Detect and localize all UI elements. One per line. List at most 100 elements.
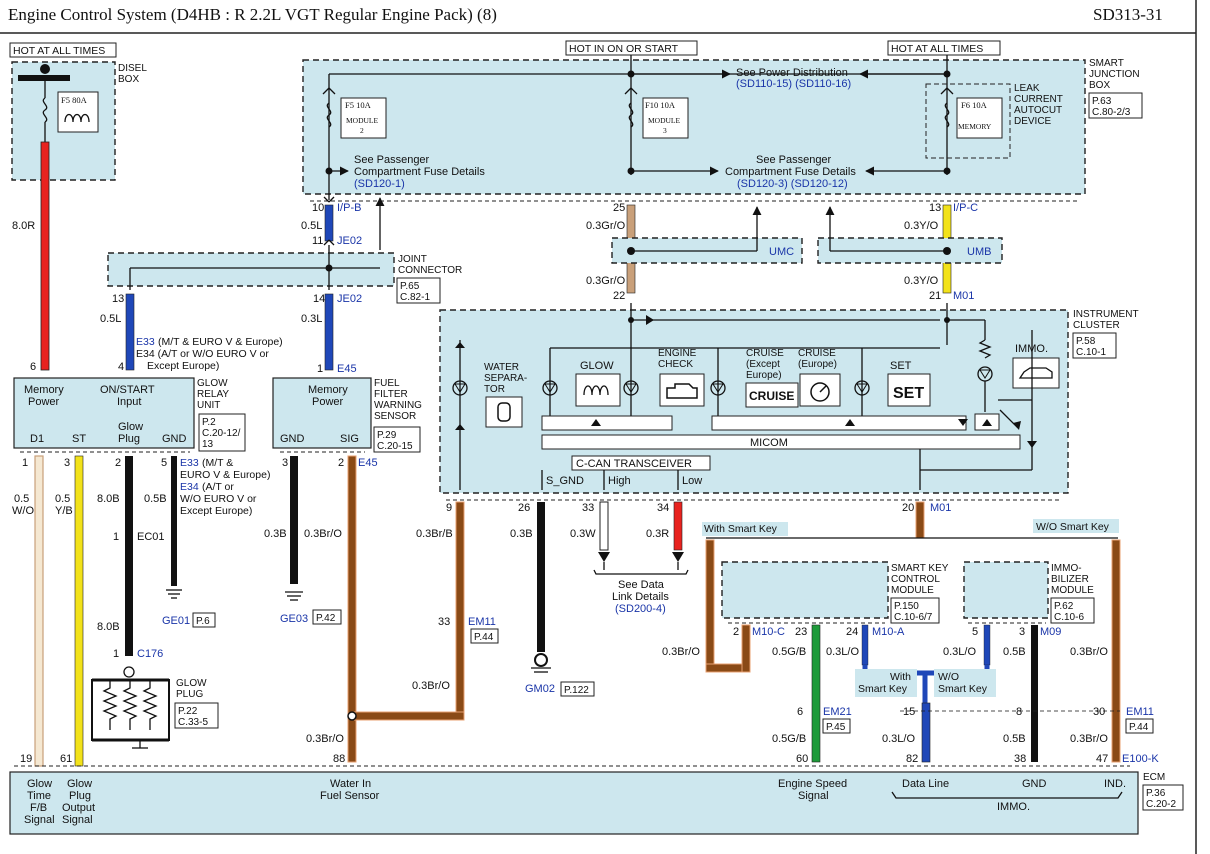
ref-em11-right: P.44: [1129, 722, 1149, 733]
ecm-water-1: Water In: [330, 778, 371, 790]
im-ref-1: P.62: [1054, 601, 1074, 612]
tag-with2-1: With: [890, 671, 911, 683]
ic-cruise2-1: CRUISE: [798, 348, 836, 359]
pin-30: 30: [1093, 706, 1105, 718]
jc-ref-2: C.82-1: [400, 292, 430, 303]
pin-25: 25: [613, 202, 625, 214]
conn-m10c: M10-C: [752, 626, 785, 638]
see-pass-mid-1: See Passenger: [756, 154, 832, 166]
sk-name-3: MODULE: [891, 585, 934, 596]
page-code: SD313-31: [1093, 5, 1163, 24]
ic-ref-1: P.58: [1076, 336, 1096, 347]
leak-4: DEVICE: [1014, 116, 1052, 127]
ecm-box: [9, 771, 1139, 835]
wire-03yo-2: 0.3Y/O: [904, 275, 939, 287]
pin-13b: 13: [929, 202, 941, 214]
pin-21: 21: [929, 290, 941, 302]
im-ref-2: C.10-6: [1054, 612, 1084, 623]
wire-03r: 0.3R: [646, 528, 669, 540]
wire-05wo-1: 0.5: [14, 493, 29, 505]
ecm-speed-2: Signal: [798, 790, 829, 802]
gr-mem-1: Memory: [24, 384, 64, 396]
leak-2: CURRENT: [1014, 94, 1063, 105]
wire-05yb-1: 0.5: [55, 493, 70, 505]
leak-3: AUTOCUT: [1014, 105, 1062, 116]
fuse-f10-sub2: 3: [663, 126, 667, 135]
tag-wo-smart-key: W/O Smart Key: [1036, 521, 1110, 533]
wire-05yb-2: Y/B: [55, 505, 73, 517]
im-name-2: BILIZER: [1051, 574, 1089, 585]
ecm-gp-1: Glow: [67, 778, 92, 790]
conn-em21: EM21: [823, 706, 852, 718]
ecm-gt-1: Glow: [27, 778, 52, 790]
wire-label-05l: 0.5L: [301, 220, 322, 232]
ff-ref-1: P.29: [377, 430, 397, 441]
ic-ccan: C-CAN TRANSCEIVER: [576, 458, 692, 470]
wire-03bro: 0.3Br/O: [304, 528, 342, 540]
wire-05gb: 0.5G/B: [772, 646, 806, 658]
wire-black-glow: [125, 456, 133, 656]
jc-name-2: CONNECTOR: [398, 265, 462, 276]
gr-glowplug-1: Glow: [118, 421, 143, 433]
wire-03bro-2: 0.3Br/O: [412, 680, 450, 692]
e33-bot-a: E33: [180, 457, 199, 469]
pin-33: 33: [582, 502, 594, 514]
ic-name-2: CLUSTER: [1073, 320, 1120, 331]
conn-ec01: EC01: [137, 531, 165, 543]
wire-white: [599, 501, 609, 551]
see-data-2: Link Details: [612, 591, 669, 603]
wire-8b-2: 8.0B: [97, 621, 120, 633]
sjb-ref-2: C.80-2/3: [1092, 107, 1131, 118]
wire-8b: 8.0B: [97, 493, 120, 505]
wire-03bro-3: 0.3Br/O: [306, 733, 344, 745]
conn-umc: UMC: [769, 246, 794, 258]
fuse-f6: F6 10A: [961, 100, 988, 110]
tag-with-smart-key: With Smart Key: [704, 523, 778, 535]
ff-mem-2: Power: [312, 396, 344, 408]
fuse-f5-sub1: MODULE: [346, 116, 378, 125]
wire-03b-2: 0.3B: [510, 528, 533, 540]
ref-em11-left: P.44: [474, 632, 494, 643]
pin-24: 24: [846, 626, 858, 638]
ref-glow-plug-1: P.22: [178, 706, 198, 717]
wire-label-03l: 0.3L: [301, 313, 322, 325]
pin-1c: 1: [113, 531, 119, 543]
hot-label-right-text: HOT AT ALL TIMES: [891, 43, 983, 55]
conn-je02-bot: JE02: [337, 293, 362, 305]
tag-with2-2: Smart Key: [858, 683, 908, 695]
pin-38: 38: [1014, 753, 1026, 765]
hot-label-left-text: HOT AT ALL TIMES: [13, 45, 105, 57]
wire-blue-data: [921, 702, 931, 763]
hot-label-middle-text: HOT IN ON OR START: [569, 43, 679, 55]
gr-ref-1: P.2: [202, 417, 216, 428]
pin-2a: 2: [115, 457, 121, 469]
sk-ref-1: P.150: [894, 601, 919, 612]
pin-10: 10: [312, 202, 324, 214]
pin-5a: 5: [161, 457, 167, 469]
ic-engine-1: ENGINE: [658, 348, 697, 359]
fuse-f5-sub2: 2: [360, 126, 364, 135]
ff-mem-1: Memory: [308, 384, 348, 396]
ecm-speed-1: Engine Speed: [778, 778, 847, 790]
ic-water-1: WATER: [484, 362, 519, 373]
conn-m09: M09: [1040, 626, 1061, 638]
wire-05gb-2: 0.5G/B: [772, 733, 806, 745]
ref-glow-plug-2: C.33-5: [178, 717, 208, 728]
pin-2b: 2: [338, 457, 344, 469]
conn-e100k: E100-K: [1122, 753, 1159, 765]
see-power-refs: (SD110-15) (SD110-16): [736, 78, 851, 90]
wire-05b-2: 0.5B: [1003, 646, 1026, 658]
cruise-icon-text: CRUISE: [749, 389, 794, 403]
sjb-ref-1: P.63: [1092, 96, 1112, 107]
pin-1b: 1: [22, 457, 28, 469]
ic-cruise2-2: (Europe): [798, 359, 837, 370]
pin-1a: 1: [317, 363, 323, 375]
glow-plug-name-2: PLUG: [176, 689, 203, 700]
conn-e45-bot: E45: [358, 457, 378, 469]
e33-top-text: (M/T & EURO V & Europe): [158, 336, 283, 348]
see-pass-mid-ref: (SD120-3) (SD120-12): [737, 178, 848, 190]
disel-fuse-label: F5 80A: [61, 95, 88, 105]
e34-bot-2: W/O EURO V or: [180, 493, 257, 505]
pin-3c: 3: [1019, 626, 1025, 638]
jc-ref-1: P.65: [400, 281, 420, 292]
